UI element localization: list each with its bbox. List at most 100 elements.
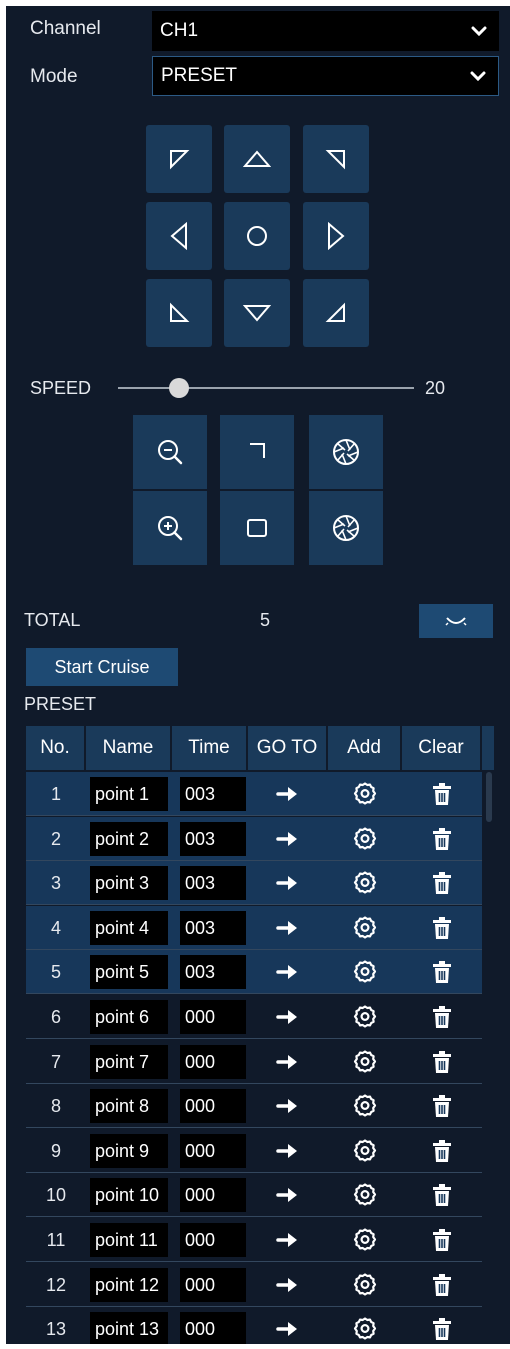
clear-preset-button[interactable] <box>402 1263 482 1307</box>
clear-preset-button[interactable] <box>402 950 482 994</box>
preset-name-field[interactable]: point 3 <box>90 866 168 901</box>
goto-button[interactable] <box>248 995 328 1039</box>
preset-time-field[interactable]: 000 <box>180 1133 246 1168</box>
add-preset-button[interactable] <box>328 1307 402 1344</box>
zoom-out-button[interactable] <box>133 415 207 489</box>
add-preset-button[interactable] <box>328 772 402 816</box>
preset-time-field[interactable]: 003 <box>180 955 246 990</box>
preset-time-field[interactable]: 000 <box>180 1223 246 1257</box>
speed-slider-track[interactable] <box>118 387 414 389</box>
goto-button[interactable] <box>248 1218 328 1262</box>
goto-button[interactable] <box>248 950 328 994</box>
table-row[interactable]: 5 point 5 003 <box>26 950 482 995</box>
preset-time-field[interactable]: 000 <box>180 1044 246 1079</box>
preset-time-field[interactable]: 003 <box>180 821 246 856</box>
add-preset-button[interactable] <box>328 1129 402 1173</box>
goto-button[interactable] <box>248 772 328 816</box>
preset-time-field[interactable]: 000 <box>180 1267 246 1302</box>
channel-select[interactable]: CH1 <box>152 11 499 51</box>
ptz-right-button[interactable] <box>303 202 369 270</box>
preset-name-field[interactable]: point 5 <box>90 955 168 990</box>
add-preset-button[interactable] <box>328 906 402 950</box>
ptz-up-button[interactable] <box>224 125 290 193</box>
preset-name-field[interactable]: point 2 <box>90 821 168 856</box>
clear-preset-button[interactable] <box>402 1307 482 1344</box>
clear-preset-button[interactable] <box>402 1129 482 1173</box>
collapse-button[interactable] <box>419 604 493 638</box>
add-preset-button[interactable] <box>328 1173 402 1217</box>
clear-preset-button[interactable] <box>402 1218 482 1262</box>
preset-time-field[interactable]: 000 <box>180 1312 246 1344</box>
clear-preset-button[interactable] <box>402 906 482 950</box>
preset-name-field[interactable]: point 6 <box>90 1000 168 1034</box>
mode-select[interactable]: PRESET <box>152 56 499 96</box>
goto-button[interactable] <box>248 1040 328 1084</box>
add-preset-button[interactable] <box>328 1263 402 1307</box>
table-row[interactable]: 11 point 11 000 <box>26 1218 482 1262</box>
clear-preset-button[interactable] <box>402 1040 482 1084</box>
goto-button[interactable] <box>248 1173 328 1217</box>
goto-button[interactable] <box>248 906 328 950</box>
table-row[interactable]: 2 point 2 003 <box>26 816 482 861</box>
preset-time-field[interactable]: 003 <box>180 866 246 901</box>
table-row[interactable]: 13 point 13 000 <box>26 1307 482 1344</box>
table-row[interactable]: 12 point 12 000 <box>26 1263 482 1307</box>
table-row[interactable]: 1 point 1 003 <box>26 772 482 816</box>
ptz-up-left-button[interactable] <box>146 125 212 193</box>
table-row[interactable]: 3 point 3 003 <box>26 861 482 906</box>
add-preset-button[interactable] <box>328 1040 402 1084</box>
clear-preset-button[interactable] <box>402 1084 482 1128</box>
ptz-down-button[interactable] <box>224 279 290 347</box>
table-row[interactable]: 7 point 7 000 <box>26 1040 482 1084</box>
clear-preset-button[interactable] <box>402 995 482 1039</box>
preset-name-field[interactable]: point 12 <box>90 1267 168 1302</box>
zoom-in-button[interactable] <box>133 491 207 565</box>
goto-button[interactable] <box>248 1084 328 1128</box>
preset-time-field[interactable]: 003 <box>180 910 246 945</box>
add-preset-button[interactable] <box>328 950 402 994</box>
table-row[interactable]: 10 point 10 000 <box>26 1173 482 1218</box>
table-row[interactable]: 4 point 4 003 <box>26 905 482 950</box>
clear-preset-button[interactable] <box>402 772 482 816</box>
goto-button[interactable] <box>248 1129 328 1173</box>
speed-slider-handle[interactable] <box>169 378 189 398</box>
ptz-up-right-button[interactable] <box>303 125 369 193</box>
clear-preset-button[interactable] <box>402 1173 482 1217</box>
add-preset-button[interactable] <box>328 817 402 861</box>
ptz-down-right-button[interactable] <box>303 279 369 347</box>
preset-name-field[interactable]: point 8 <box>90 1089 168 1124</box>
preset-time-field[interactable]: 003 <box>180 777 246 811</box>
ptz-auto-button[interactable] <box>224 202 290 270</box>
focus-far-button[interactable] <box>220 491 294 565</box>
goto-button[interactable] <box>248 861 328 905</box>
clear-preset-button[interactable] <box>402 817 482 861</box>
table-scrollbar[interactable] <box>486 772 492 822</box>
iris-close-button[interactable] <box>309 415 383 489</box>
iris-open-button[interactable] <box>309 491 383 565</box>
clear-preset-button[interactable] <box>402 861 482 905</box>
preset-name-field[interactable]: point 10 <box>90 1178 168 1213</box>
focus-near-button[interactable] <box>220 415 294 489</box>
table-row[interactable]: 6 point 6 000 <box>26 995 482 1039</box>
preset-name-field[interactable]: point 9 <box>90 1133 168 1168</box>
goto-button[interactable] <box>248 1263 328 1307</box>
goto-button[interactable] <box>248 817 328 861</box>
add-preset-button[interactable] <box>328 861 402 905</box>
preset-time-field[interactable]: 000 <box>180 1178 246 1213</box>
preset-time-field[interactable]: 000 <box>180 1000 246 1034</box>
start-cruise-button[interactable]: Start Cruise <box>26 648 178 686</box>
ptz-down-left-button[interactable] <box>146 279 212 347</box>
preset-name-field[interactable]: point 7 <box>90 1044 168 1079</box>
table-row[interactable]: 8 point 8 000 <box>26 1084 482 1129</box>
add-preset-button[interactable] <box>328 1084 402 1128</box>
preset-name-field[interactable]: point 4 <box>90 910 168 945</box>
add-preset-button[interactable] <box>328 995 402 1039</box>
add-preset-button[interactable] <box>328 1218 402 1262</box>
table-row[interactable]: 9 point 9 000 <box>26 1129 482 1173</box>
preset-time-field[interactable]: 000 <box>180 1089 246 1124</box>
ptz-left-button[interactable] <box>146 202 212 270</box>
goto-button[interactable] <box>248 1307 328 1344</box>
preset-name-field[interactable]: point 1 <box>90 777 168 811</box>
preset-name-field[interactable]: point 13 <box>90 1312 168 1344</box>
preset-name-field[interactable]: point 11 <box>90 1223 168 1257</box>
